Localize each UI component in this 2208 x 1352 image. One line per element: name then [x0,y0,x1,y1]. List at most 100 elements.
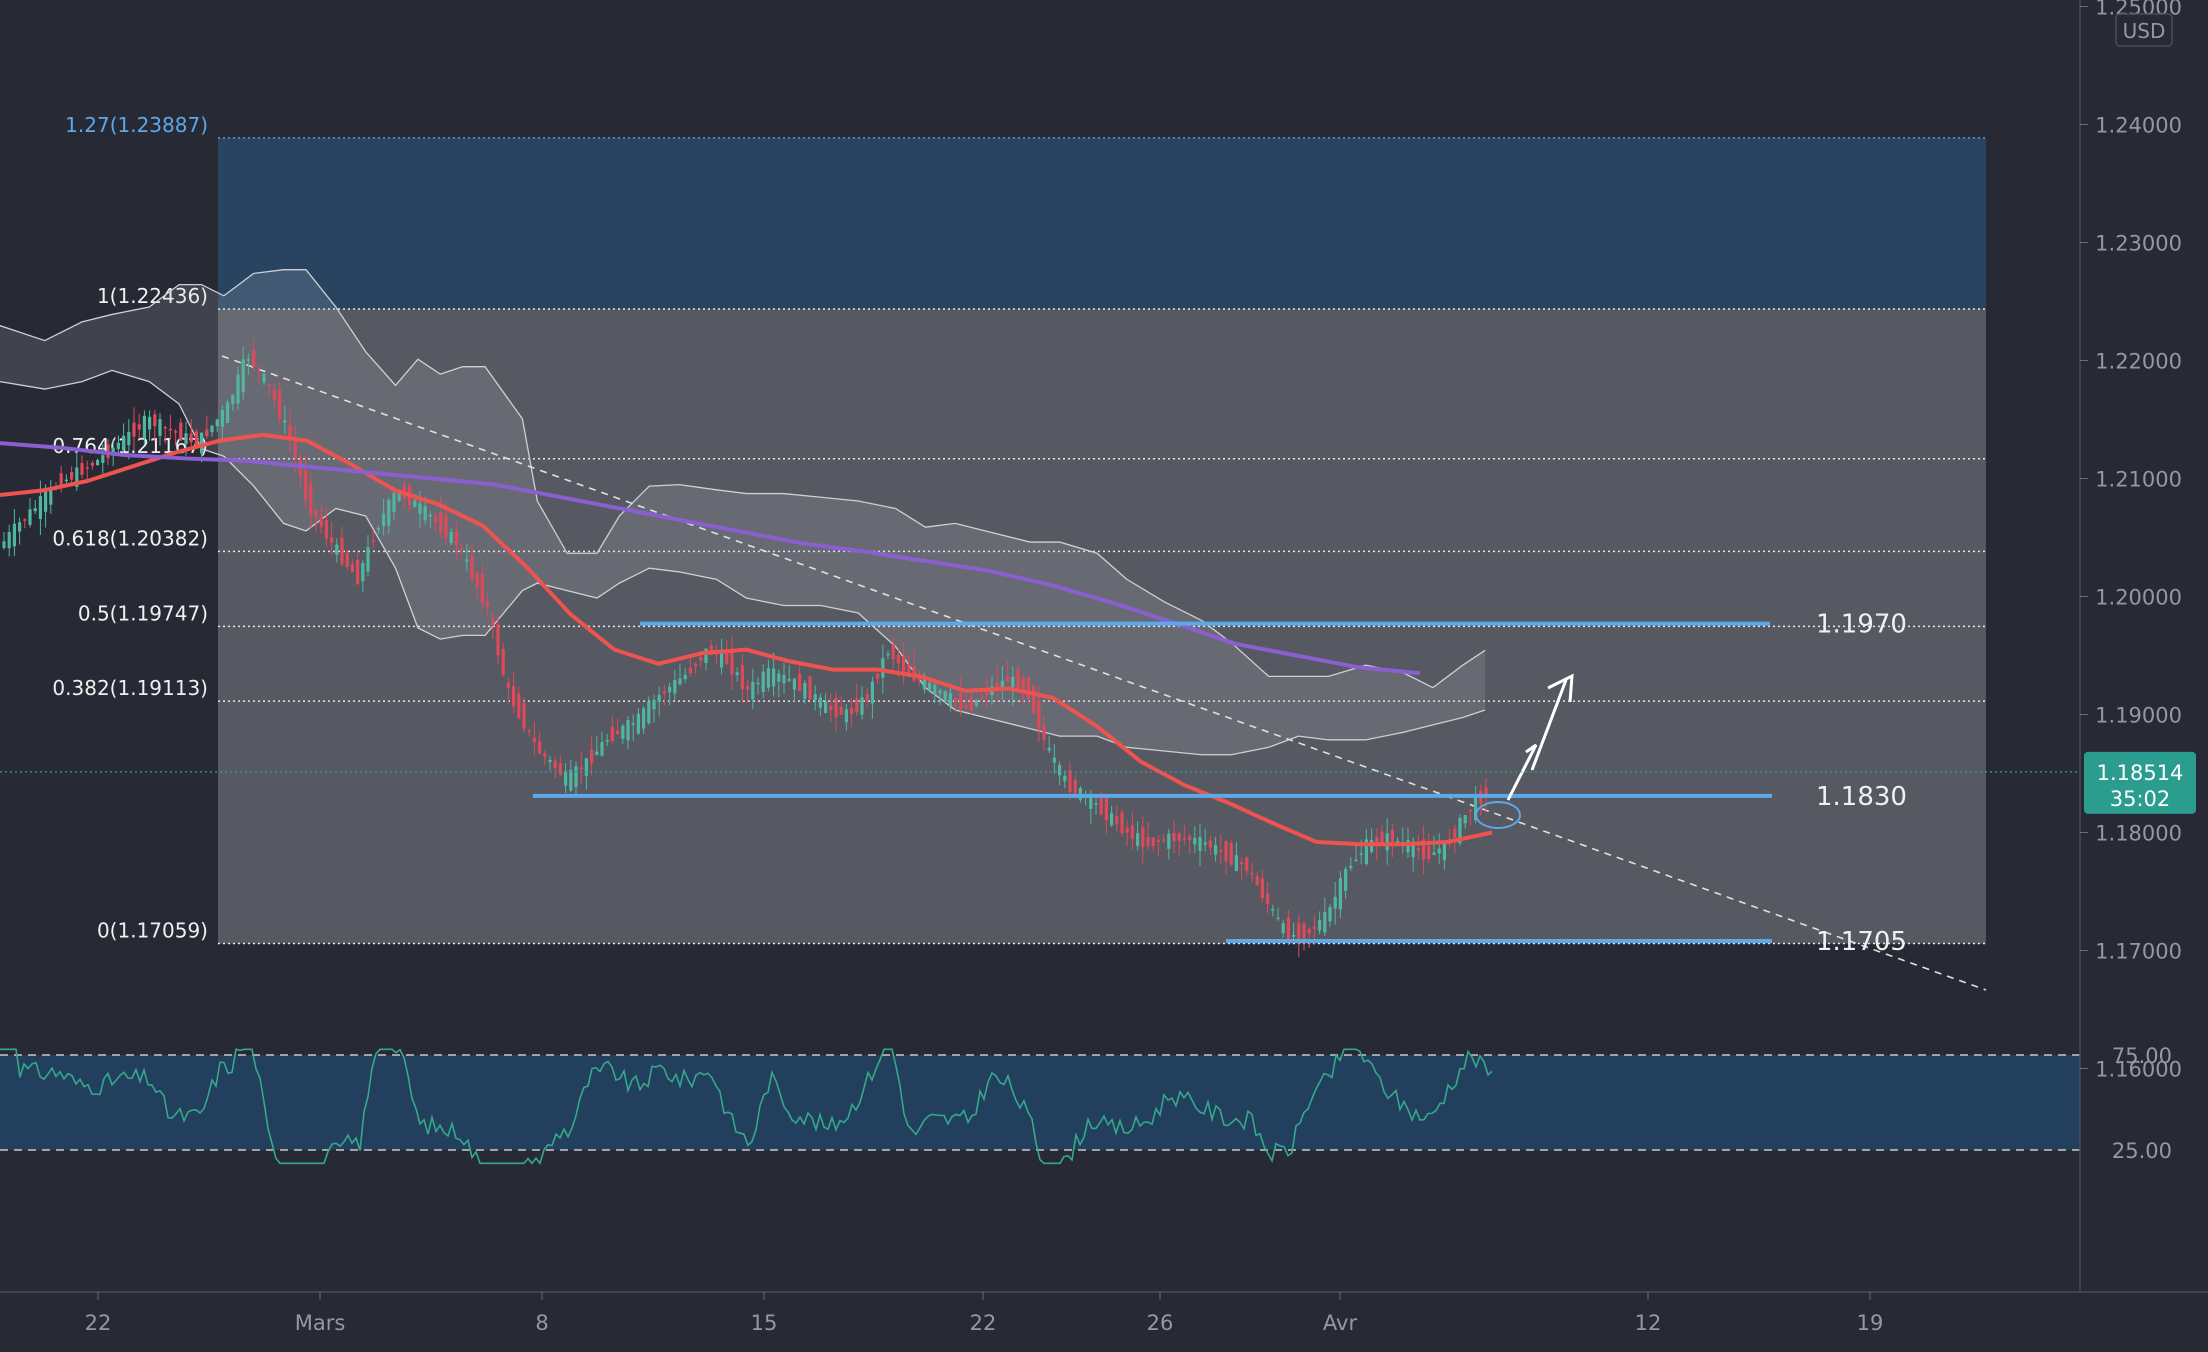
candle-body [1110,812,1114,826]
candle-body [564,771,568,786]
candle-countdown: 35:02 [2110,787,2171,811]
candle-body [1292,934,1296,937]
candle-body [85,467,89,469]
candle-body [813,694,817,701]
time-tick-label: 15 [751,1311,778,1335]
candle-body [1328,907,1332,922]
candle-body [179,422,183,441]
candle-body [777,673,781,682]
currency-label: USD [2123,19,2166,43]
candle-body [7,532,11,549]
candle-body [1167,833,1171,849]
candle-body [668,686,672,693]
current-price-value: 1.18514 [2097,761,2184,785]
candle-body [553,760,557,769]
candle-body [1125,827,1129,833]
candle-body [1250,873,1254,875]
candle-body [652,699,656,710]
candle-body [959,692,963,710]
candle-body [1006,676,1010,682]
price-tick-label: 1.20000 [2095,586,2182,610]
price-tick-label: 1.23000 [2095,232,2182,256]
candle-body [751,681,755,700]
price-tick-label: 1.24000 [2095,114,2182,138]
candle-body [153,414,157,427]
candle-body [1042,725,1046,740]
chart-canvas[interactable]: 1.27(1.23887)1(1.22436)0.764(1.21167)0.6… [0,0,2208,1348]
candle-body [252,350,256,367]
candle-body [246,359,250,361]
candle-body [1323,912,1327,933]
key-level-label: 1.1705 [1816,927,1907,957]
candle-body [896,654,900,664]
candle-body [860,697,864,715]
candle-body [122,435,126,451]
candle-body [948,693,952,707]
candle-body [28,509,32,525]
fib-level-label: 1.27(1.23887) [65,113,208,137]
candle-body [1130,825,1134,839]
candle-body [928,682,932,690]
candle-body [1115,816,1119,825]
price-tick-label: 1.18000 [2095,822,2182,846]
trading-chart[interactable]: 1.27(1.23887) 1(1.22436) 0.764(1.21167) 0.6… [0,0,2208,1348]
candle-body [1151,837,1155,846]
candle-body [1286,917,1290,943]
candle-body [1156,840,1160,843]
candle-body [423,506,427,521]
candle-body [257,367,261,370]
candle-body [1224,840,1228,861]
candle-body [174,431,178,433]
candle-body [740,665,744,689]
fib-level-label: 0.618(1.20382) [52,526,208,550]
candle-body [241,359,245,393]
candle-body [475,572,479,588]
candle-body [694,663,698,667]
candle-body [1234,855,1238,871]
candle-body [844,709,848,723]
candle-body [782,674,786,684]
fib-extension-zone [218,137,1986,310]
candle-body [1344,868,1348,891]
candle-body [735,672,739,676]
candle-body [532,737,536,743]
candle-body [267,384,271,386]
candle-body [350,564,354,573]
candle-body [1302,923,1306,939]
candle-body [569,769,573,791]
candle-body [621,725,625,739]
candle-body [1255,876,1259,886]
time-tick-label: Mars [295,1311,346,1335]
candle-body [283,420,287,423]
time-tick-label: Avr [1323,1311,1358,1335]
candle-body [18,522,22,532]
candle-body [1297,922,1301,941]
candle-body [1172,832,1176,842]
candle-body [1058,765,1062,776]
candle-body [1333,896,1337,909]
candle-body [579,767,583,770]
candle-body [1385,833,1389,851]
candle-body [1416,848,1420,851]
time-tick-label: 22 [970,1311,997,1335]
time-tick-label: 26 [1147,1311,1174,1335]
candle-body [205,429,209,437]
candle-body [1260,878,1264,898]
candle-body [746,685,750,690]
candle-body [80,462,84,475]
fib-level-label: 0.5(1.19747) [78,601,208,625]
candle-body [356,559,360,585]
candle-body [1245,857,1249,871]
candle-body [574,766,578,788]
candle-body [522,703,526,729]
price-tick-label: 1.17000 [2095,940,2182,964]
candle-body [688,667,692,674]
candle-body [486,601,490,607]
candle-body [101,455,105,463]
price-tick-label: 1.25000 [2095,0,2182,20]
candle-body [1318,920,1322,931]
rsi-tick-label: 75.00 [2112,1044,2172,1068]
candle-body [699,656,703,661]
candle-body [1276,917,1280,920]
candle-body [590,749,594,764]
